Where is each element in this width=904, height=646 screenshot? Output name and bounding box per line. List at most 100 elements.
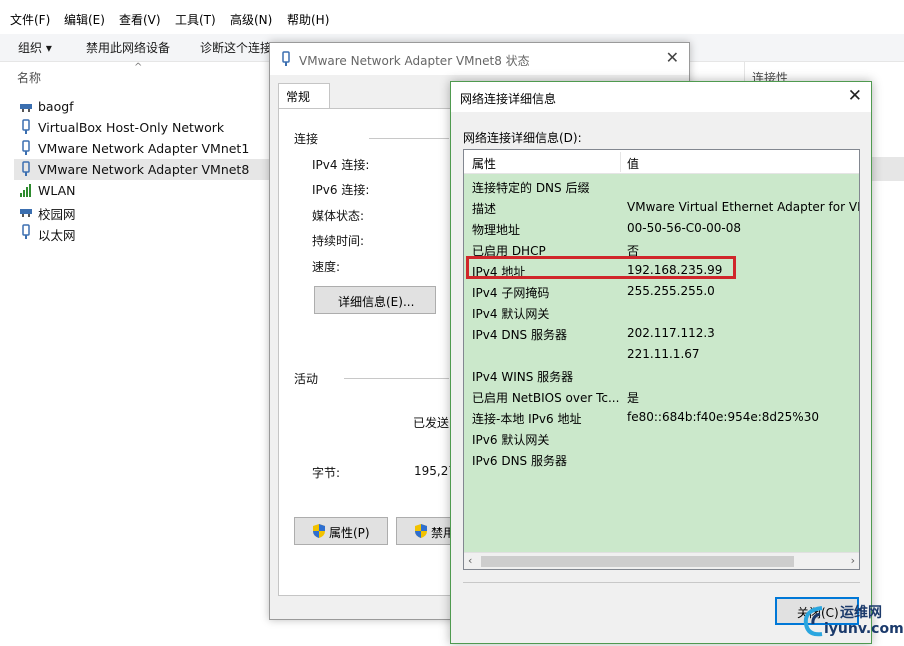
network-item-label: VMware Network Adapter VMnet8	[38, 162, 250, 177]
duration-label: 持续时间:	[312, 234, 365, 248]
details-row[interactable]: IPv6 默认网关	[464, 428, 859, 449]
details-row[interactable]: 221.11.1.67	[464, 344, 859, 365]
details-row-value: 221.11.1.67	[627, 347, 700, 361]
network-cable-icon	[20, 104, 32, 112]
property-column-header[interactable]: 属性	[472, 155, 496, 172]
speed-label: 速度:	[312, 260, 341, 274]
disable-button[interactable]: 禁用	[396, 517, 456, 545]
group-divider	[369, 138, 449, 139]
network-item-virtualbox[interactable]: VirtualBox Host-Only Network	[14, 117, 270, 138]
network-item-label: VirtualBox Host-Only Network	[38, 120, 225, 135]
shield-icon	[313, 524, 325, 538]
wifi-signal-icon	[20, 184, 31, 197]
details-row-property: 描述	[472, 202, 497, 216]
tab-general-label: 常规	[286, 90, 311, 104]
network-item-label: baogf	[38, 99, 74, 114]
scroll-right-icon[interactable]: ›	[851, 554, 855, 567]
menu-advanced[interactable]: 高级(N)	[230, 11, 272, 28]
ethernet-adapter-icon	[22, 119, 30, 134]
details-row[interactable]: IPv6 DNS 服务器	[464, 449, 859, 470]
details-row-property: 连接-本地 IPv6 地址	[472, 412, 582, 426]
details-row-property: 物理地址	[472, 223, 521, 237]
details-row[interactable]: IPv4 子网掩码 255.255.255.0	[464, 281, 859, 302]
details-row-property: IPv6 DNS 服务器	[472, 454, 567, 468]
menu-edit[interactable]: 编辑(E)	[64, 11, 105, 28]
name-column-header[interactable]: 名称	[17, 69, 41, 86]
sent-label: 已发送	[413, 416, 450, 430]
ipv4-connectivity-label: IPv4 连接:	[312, 158, 370, 172]
details-row[interactable]: 连接-本地 IPv6 地址 fe80::684b:f40e:954e:8d25%3…	[464, 407, 859, 428]
details-row[interactable]: IPv4 DNS 服务器 202.117.112.3	[464, 323, 859, 344]
details-dialog: 网络连接详细信息 ✕ 网络连接详细信息(D): 属性 值 连接特定的 DNS 后…	[450, 81, 872, 644]
scrollbar-thumb[interactable]	[481, 556, 794, 567]
media-state-label: 媒体状态:	[312, 209, 365, 223]
bytes-label: 字节:	[312, 466, 341, 480]
sort-up-icon: ^	[134, 62, 143, 73]
ipv6-connectivity-label: IPv6 连接:	[312, 183, 370, 197]
horizontal-scrollbar[interactable]: ‹ ›	[464, 552, 859, 569]
close-icon[interactable]: ✕	[848, 86, 862, 106]
network-item-label: 以太网	[38, 228, 76, 243]
network-item-label: 校园网	[38, 207, 76, 222]
shield-icon	[415, 524, 427, 538]
details-row[interactable]: 物理地址 00-50-56-C0-00-08	[464, 218, 859, 239]
ipv4-address-highlight	[466, 256, 736, 279]
watermark-text: 运维网	[840, 605, 882, 621]
details-row-property: IPv4 默认网关	[472, 307, 550, 321]
details-row-property: IPv6 默认网关	[472, 433, 550, 447]
details-row-value: 255.255.255.0	[627, 284, 715, 298]
details-list-label: 网络连接详细信息(D):	[463, 131, 582, 145]
details-row[interactable]: 描述 VMware Virtual Ethernet Adapter for VM	[464, 197, 859, 218]
network-item-wlan[interactable]: WLAN	[14, 180, 270, 201]
details-row[interactable]: 已启用 NetBIOS over Tc... 是	[464, 386, 859, 407]
watermark-url: iyunv.com	[824, 621, 904, 637]
value-column-header[interactable]: 值	[627, 155, 639, 172]
network-item-vmnet1[interactable]: VMware Network Adapter VMnet1	[14, 138, 270, 159]
tab-general[interactable]: 常规	[278, 83, 330, 109]
menu-tools[interactable]: 工具(T)	[175, 11, 216, 28]
ethernet-adapter-icon	[22, 140, 30, 155]
network-cable-icon	[20, 209, 32, 217]
menu-file[interactable]: 文件(F)	[10, 11, 50, 28]
details-dialog-titlebar[interactable]: 网络连接详细信息 ✕	[451, 82, 871, 112]
network-item-ethernet[interactable]: 以太网	[14, 222, 270, 243]
ethernet-adapter-icon	[22, 161, 30, 176]
diagnose-button[interactable]: 诊断这个连接	[200, 39, 272, 56]
status-window-titlebar[interactable]: VMware Network Adapter VMnet8 状态 ✕	[270, 43, 689, 75]
details-row-value: fe80::684b:f40e:954e:8d25%30	[627, 410, 819, 424]
connection-group-label: 连接	[294, 132, 319, 146]
details-row-value: 202.117.112.3	[627, 326, 715, 340]
details-row-value: 是	[627, 391, 640, 405]
disable-device-button[interactable]: 禁用此网络设备	[86, 39, 170, 56]
details-row-property: IPv4 DNS 服务器	[472, 328, 567, 342]
details-row-value: 00-50-56-C0-00-08	[627, 221, 742, 235]
details-row-property: 连接特定的 DNS 后缀	[472, 181, 590, 195]
scroll-left-icon[interactable]: ‹	[468, 554, 472, 567]
column-divider	[620, 152, 621, 172]
details-list-header: 属性 值	[464, 150, 859, 174]
network-item-vmnet8[interactable]: VMware Network Adapter VMnet8	[14, 159, 270, 180]
details-listview[interactable]: 属性 值 连接特定的 DNS 后缀 描述 VMware Virtual Ethern…	[463, 149, 860, 570]
group-divider	[344, 378, 449, 379]
details-row-property: IPv4 子网掩码	[472, 286, 550, 300]
menu-view[interactable]: 查看(V)	[119, 11, 161, 28]
details-row-value: VMware Virtual Ethernet Adapter for VM	[627, 200, 860, 214]
details-row[interactable]: 连接特定的 DNS 后缀	[464, 176, 859, 197]
watermark-logo: 运维网 iyunv.com	[792, 596, 904, 644]
dialog-divider	[463, 582, 860, 583]
close-icon[interactable]: ✕	[666, 48, 679, 67]
details-button[interactable]: 详细信息(E)...	[314, 286, 436, 314]
organize-button[interactable]: 组织 ▾	[18, 39, 52, 56]
menu-help[interactable]: 帮助(H)	[287, 11, 329, 28]
network-item-baogf[interactable]: baogf	[14, 96, 270, 117]
network-item-campus[interactable]: 校园网	[14, 201, 270, 222]
network-item-label: VMware Network Adapter VMnet1	[38, 141, 250, 156]
ethernet-adapter-icon	[282, 51, 290, 66]
details-row[interactable]: IPv4 WINS 服务器	[464, 365, 859, 386]
network-item-label: WLAN	[38, 183, 76, 198]
details-row[interactable]: IPv4 默认网关	[464, 302, 859, 323]
properties-button[interactable]: 属性(P)	[294, 517, 388, 545]
activity-group-label: 活动	[294, 372, 319, 386]
details-row-property: 已启用 NetBIOS over Tc...	[472, 391, 620, 405]
details-row-property: IPv4 WINS 服务器	[472, 370, 574, 384]
